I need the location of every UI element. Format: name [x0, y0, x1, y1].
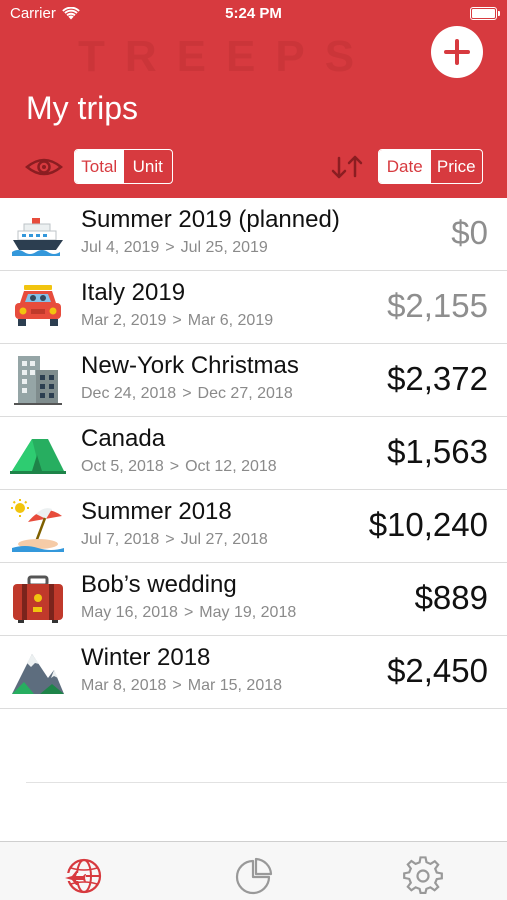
trip-dates: Mar 8, 2018 > Mar 15, 2018: [81, 677, 282, 695]
trip-start-date: Oct 5, 2018: [81, 458, 164, 475]
trip-row[interactable]: Summer 2018 Jul 7, 2018 > Jul 27, 2018 $10…: [0, 490, 507, 563]
battery-icon: [470, 7, 500, 20]
sort-segmented-control: Date Price: [378, 149, 483, 184]
trip-row[interactable]: Canada Oct 5, 2018 > Oct 12, 2018 $1,563: [0, 417, 507, 490]
tent-icon: [10, 439, 66, 474]
trip-end-date: Jul 27, 2018: [180, 531, 268, 548]
trip-amount: $2,372: [387, 360, 488, 397]
trip-row[interactable]: Italy 2019 Mar 2, 2019 > Mar 6, 2019 $2,15…: [0, 271, 507, 344]
building-icon: [14, 356, 62, 405]
view-segmented-control: Total Unit: [74, 149, 173, 184]
trip-end-date: Mar 6, 2019: [187, 312, 274, 329]
mountain-icon: [12, 654, 64, 694]
trip-name: Summer 2018: [81, 498, 232, 525]
trip-amount: $1,563: [387, 433, 488, 470]
trip-end-date: May 19, 2018: [199, 604, 297, 621]
view-unit-option[interactable]: Unit: [124, 150, 173, 183]
list-divider: [26, 782, 507, 783]
header: Carrier 5:24 PM TREEPS My trips Total Un…: [0, 0, 507, 198]
date-separator: >: [182, 385, 192, 402]
trip-name: Summer 2019 (planned): [81, 206, 340, 233]
view-total-option[interactable]: Total: [75, 150, 124, 183]
trip-dates: Dec 24, 2018 > Dec 27, 2018: [81, 385, 293, 403]
date-separator: >: [172, 312, 182, 329]
globe-plane-icon[interactable]: [64, 856, 104, 896]
sort-date-option[interactable]: Date: [379, 150, 431, 183]
trip-row[interactable]: Summer 2019 (planned) Jul 4, 2019 > Jul 25…: [0, 198, 507, 271]
trip-end-date: Mar 15, 2018: [187, 677, 283, 694]
beach-umbrella-icon: [11, 499, 64, 552]
pie-chart-icon[interactable]: [233, 856, 273, 896]
trip-end-date: Jul 25, 2019: [180, 239, 268, 256]
date-separator: >: [172, 677, 182, 694]
trip-dates: May 16, 2018 > May 19, 2018: [81, 604, 296, 622]
trip-dates: Jul 7, 2018 > Jul 27, 2018: [81, 531, 268, 549]
tab-bar: [0, 841, 507, 900]
trip-amount: $0: [451, 214, 488, 251]
eye-icon[interactable]: [25, 155, 63, 179]
trip-list: Summer 2019 (planned) Jul 4, 2019 > Jul 25…: [0, 198, 507, 709]
trip-start-date: Jul 7, 2018: [81, 531, 160, 548]
cruise-ship-icon: [12, 218, 63, 256]
date-separator: >: [165, 531, 175, 548]
trip-end-date: Dec 27, 2018: [197, 385, 293, 402]
sort-icon[interactable]: [330, 155, 366, 179]
trip-start-date: Mar 2, 2019: [81, 312, 167, 329]
page-title: My trips: [26, 90, 138, 126]
trip-row[interactable]: Winter 2018 Mar 8, 2018 > Mar 15, 2018 $2,…: [0, 636, 507, 709]
trip-dates: Jul 4, 2019 > Jul 25, 2019: [81, 239, 268, 257]
trip-start-date: Jul 4, 2019: [81, 239, 160, 256]
sort-price-option[interactable]: Price: [431, 150, 483, 183]
trip-start-date: Dec 24, 2018: [81, 385, 177, 402]
brand-watermark: TREEPS: [78, 32, 375, 81]
trip-row[interactable]: Bob’s wedding May 16, 2018 > May 19, 2018 …: [0, 563, 507, 636]
trip-start-date: May 16, 2018: [81, 604, 178, 621]
trip-name: New-York Christmas: [81, 352, 299, 379]
trip-row[interactable]: New-York Christmas Dec 24, 2018 > Dec 27, …: [0, 344, 507, 417]
trip-dates: Oct 5, 2018 > Oct 12, 2018: [81, 458, 277, 476]
trip-amount: $2,450: [387, 652, 488, 689]
trip-name: Italy 2019: [81, 279, 186, 306]
trip-amount: $889: [414, 579, 488, 616]
date-separator: >: [169, 458, 180, 475]
trip-amount: $10,240: [368, 506, 488, 543]
status-bar: Carrier 5:24 PM: [0, 0, 507, 30]
trip-end-date: Oct 12, 2018: [185, 458, 277, 475]
clock: 5:24 PM: [225, 5, 282, 22]
trip-dates: Mar 2, 2019 > Mar 6, 2019: [81, 312, 273, 330]
gear-icon[interactable]: [403, 856, 443, 896]
trip-start-date: Mar 8, 2018: [81, 677, 167, 694]
add-trip-button[interactable]: [431, 26, 483, 78]
suitcase-icon: [13, 575, 63, 623]
trip-amount: $2,155: [387, 287, 488, 324]
date-separator: >: [165, 239, 175, 256]
trip-name: Winter 2018: [81, 644, 211, 671]
trip-name: Bob’s wedding: [81, 571, 237, 598]
car-icon: [15, 285, 61, 326]
date-separator: >: [183, 604, 194, 621]
trip-name: Canada: [81, 425, 166, 452]
